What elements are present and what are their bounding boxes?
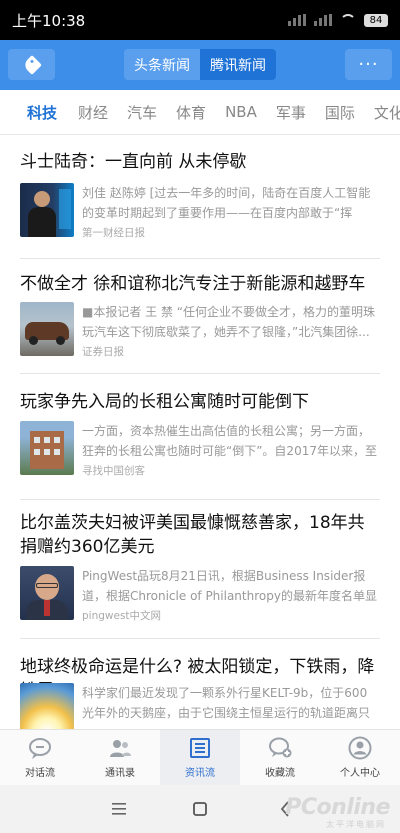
more-button[interactable]: ···	[345, 49, 392, 80]
status-bar: 上午10:38 84	[0, 0, 400, 40]
article-summary: ■本报记者 王 禁 “任何企业不要做全才，格力的董明珠玩汽车这下彻底歇菜了，她弄…	[82, 305, 376, 339]
chat-bubble-icon	[28, 736, 52, 760]
nav-label: 对话流	[25, 768, 55, 779]
category-culture[interactable]: 文化	[374, 102, 400, 123]
category-nba[interactable]: NBA	[225, 103, 257, 121]
list-item[interactable]: 地球终极命运是什么? 被太阳锁定，下铁雨，降铁雪 科学家们最近发现了一颗系外行星…	[20, 655, 380, 729]
favorites-icon	[268, 736, 292, 760]
category-sports[interactable]: 体育	[176, 102, 206, 123]
article-body: 科学家们最近发现了一颗系外行星KELT-9b，位于600光年外的天鹅座，由于它围…	[20, 683, 380, 729]
article-body: 一方面，资本热催生出高估值的长租公寓；另一方面，狂奔的长租公寓也随时可能“倒下”…	[20, 421, 380, 497]
battery-icon: 84	[364, 13, 388, 27]
list-item[interactable]: 不做全才 徐和谊称北汽专注于新能源和越野车 ■本报记者 王 禁 “任何企业不要做…	[20, 272, 380, 374]
tag-button[interactable]	[8, 49, 55, 80]
nav-label: 资讯流	[185, 768, 215, 779]
bottom-nav: 对话流 通讯录 资讯流 收藏流 个人中心	[0, 729, 400, 785]
nav-label: 个人中心	[340, 768, 380, 779]
app-header: 头条新闻 腾讯新闻 ···	[0, 40, 400, 90]
article-title[interactable]: 不做全才 徐和谊称北汽专注于新能源和越野车	[20, 272, 380, 296]
tag-icon	[21, 54, 42, 75]
news-icon	[188, 736, 212, 760]
category-world[interactable]: 国际	[325, 102, 355, 123]
home-icon[interactable]	[190, 799, 210, 819]
article-thumbnail	[20, 566, 74, 620]
watermark-logo: PConline	[285, 795, 390, 820]
article-source: 证券日报	[82, 346, 124, 358]
tab-toutiao-news[interactable]: 头条新闻	[124, 49, 200, 80]
menu-icon[interactable]	[109, 799, 129, 819]
article-title[interactable]: 斗士陆奇：一直向前 从未停歇	[20, 150, 380, 174]
nav-item-favorites[interactable]: 收藏流	[240, 730, 320, 785]
article-summary: PingWest品玩8月21日讯，根据Business Insider报道，根据…	[82, 569, 377, 603]
category-bar: 科技 财经 汽车 体育 NBA 军事 国际 文化	[0, 90, 400, 135]
user-icon	[348, 736, 372, 760]
article-thumbnail	[20, 183, 74, 237]
article-body: 刘佳 赵陈婷 [过去一年多的时间，陆奇在百度人工智能的变革时期起到了重要作用——…	[20, 183, 380, 259]
nav-item-news[interactable]: 资讯流	[160, 730, 240, 785]
status-icons: 84	[288, 13, 388, 27]
category-tech[interactable]: 科技	[27, 102, 57, 123]
article-summary: 刘佳 赵陈婷 [过去一年多的时间，陆奇在百度人工智能的变革时期起到了重要作用——…	[82, 186, 371, 220]
nav-item-contacts[interactable]: 通讯录	[80, 730, 160, 785]
article-source: 寻找中国创客	[82, 465, 145, 477]
nav-item-profile[interactable]: 个人中心	[320, 730, 400, 785]
category-auto[interactable]: 汽车	[127, 102, 157, 123]
article-body: PingWest品玩8月21日讯，根据Business Insider报道，根据…	[20, 566, 380, 642]
news-source-switch: 头条新闻 腾讯新闻	[124, 49, 276, 80]
wifi-icon	[340, 14, 356, 26]
nav-item-chat[interactable]: 对话流	[0, 730, 80, 785]
contacts-icon	[108, 736, 132, 760]
status-time: 上午10:38	[12, 11, 86, 30]
article-thumbnail	[20, 683, 74, 729]
article-title[interactable]: 玩家争先入局的长租公寓随时可能倒下	[20, 390, 380, 414]
category-finance[interactable]: 财经	[78, 102, 108, 123]
article-source: pingwest中文网	[82, 610, 162, 622]
list-item[interactable]: 斗士陆奇：一直向前 从未停歇 刘佳 赵陈婷 [过去一年多的时间，陆奇在百度人工智…	[20, 150, 380, 259]
article-title[interactable]: 比尔盖茨夫妇被评美国最慷慨慈善家，18年共捐赠约360亿美元	[20, 511, 380, 559]
nav-label: 通讯录	[105, 768, 135, 779]
article-summary: 科学家们最近发现了一颗系外行星KELT-9b，位于600光年外的天鹅座，由于它围…	[82, 686, 371, 720]
list-item[interactable]: 比尔盖茨夫妇被评美国最慷慨慈善家，18年共捐赠约360亿美元 PingWest品…	[20, 511, 380, 639]
article-thumbnail	[20, 302, 74, 356]
tab-tencent-news[interactable]: 腾讯新闻	[200, 49, 276, 80]
more-icon: ···	[358, 54, 379, 75]
category-military[interactable]: 军事	[276, 102, 306, 123]
article-source: 第一财经日报	[82, 227, 145, 239]
nav-label: 收藏流	[265, 768, 295, 779]
article-thumbnail	[20, 421, 74, 475]
article-summary: 一方面，资本热催生出高估值的长租公寓；另一方面，狂奔的长租公寓也随时可能“倒下”…	[82, 424, 377, 458]
article-body: ■本报记者 王 禁 “任何企业不要做全才，格力的董明珠玩汽车这下彻底歇菜了，她弄…	[20, 302, 380, 378]
news-feed: 斗士陆奇：一直向前 从未停歇 刘佳 赵陈婷 [过去一年多的时间，陆奇在百度人工智…	[0, 136, 400, 729]
list-item[interactable]: 玩家争先入局的长租公寓随时可能倒下 一方面，资本热催生出高估值的长租公寓；另一方…	[20, 390, 380, 500]
signal-icon	[288, 14, 306, 26]
watermark-subtitle: 太平洋电脑网	[326, 820, 386, 829]
signal-icon	[314, 14, 332, 26]
